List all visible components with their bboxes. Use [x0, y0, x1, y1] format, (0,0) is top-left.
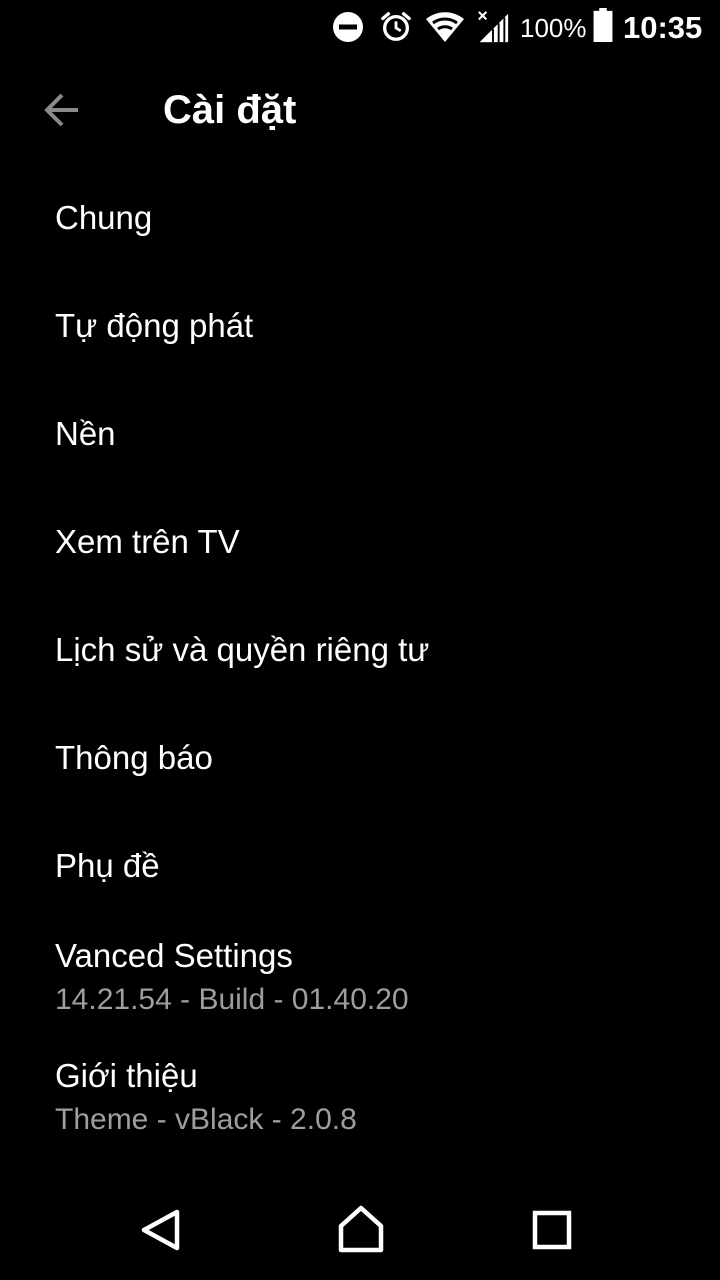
settings-item-autoplay[interactable]: Tự động phát	[0, 272, 720, 380]
settings-item-label: Giới thiệu	[55, 1057, 198, 1094]
nav-home-icon	[338, 1205, 384, 1253]
settings-item-vanced-settings[interactable]: Vanced Settings 14.21.54 - Build - 01.40…	[0, 920, 720, 1040]
settings-item-label: Tự động phát	[55, 307, 254, 344]
nav-home-button[interactable]	[331, 1200, 391, 1260]
settings-item-label: Thông báo	[55, 739, 213, 776]
settings-item-label: Vanced Settings	[55, 937, 293, 974]
wifi-icon	[426, 12, 464, 42]
nav-recents-button[interactable]	[522, 1200, 582, 1260]
do-not-disturb-icon	[333, 12, 363, 42]
settings-item-sublabel: Theme - vBlack - 2.0.8	[55, 1103, 357, 1136]
settings-item-background[interactable]: Nền	[0, 380, 720, 488]
settings-item-label: Nền	[55, 415, 116, 452]
settings-item-sublabel: 14.21.54 - Build - 01.40.20	[55, 983, 409, 1016]
settings-item-history-privacy[interactable]: Lịch sử và quyền riêng tư	[0, 596, 720, 704]
settings-item-general[interactable]: Chung	[0, 164, 720, 272]
battery-icon	[593, 8, 613, 42]
nav-recents-icon	[532, 1210, 572, 1250]
back-button[interactable]	[30, 78, 94, 142]
arrow-back-icon	[44, 93, 78, 127]
clock: 10:35	[623, 10, 703, 45]
alarm-icon	[381, 12, 411, 41]
status-bar: 100% 10:35	[0, 0, 720, 56]
page-title: Cài đặt	[163, 88, 297, 132]
settings-item-captions[interactable]: Phụ đề	[0, 812, 720, 920]
settings-item-label: Chung	[55, 199, 153, 236]
settings-item-notifications[interactable]: Thông báo	[0, 704, 720, 812]
settings-item-label: Lịch sử và quyền riêng tư	[55, 631, 430, 668]
settings-item-about[interactable]: Giới thiệu Theme - vBlack - 2.0.8	[0, 1040, 720, 1160]
settings-item-label: Xem trên TV	[55, 523, 240, 560]
nav-back-icon	[141, 1209, 180, 1251]
navigation-bar	[0, 1180, 720, 1280]
signal-icon	[478, 11, 509, 43]
settings-item-label: Phụ đề	[55, 847, 160, 884]
nav-back-button[interactable]	[130, 1200, 190, 1260]
settings-item-watch-on-tv[interactable]: Xem trên TV	[0, 488, 720, 596]
toolbar: Cài đặt	[0, 56, 720, 164]
settings-list: Chung Tự động phát Nền Xem trên TV Lịch …	[0, 164, 720, 1160]
battery-percentage: 100%	[520, 13, 587, 43]
